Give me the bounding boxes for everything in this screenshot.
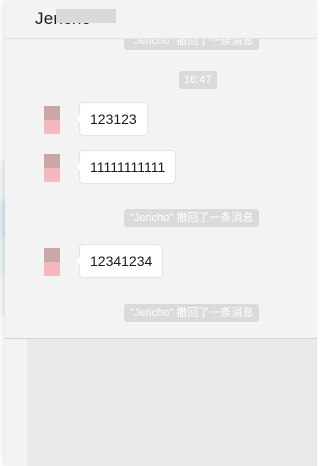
message-bubble[interactable]: 11111111111: [73, 150, 177, 184]
recall-notice: "Jericho" 撤回了一条消息: [124, 39, 260, 50]
contact-avatar[interactable]: [44, 154, 60, 182]
name-redaction: [56, 9, 116, 23]
message-bubble[interactable]: 12341234: [73, 244, 164, 278]
message-list[interactable]: "Jericho" 撤回了一条消息 16:47 123123 111111111…: [5, 39, 317, 338]
message-compose-area[interactable]: [27, 339, 317, 466]
chat-window: Jericho "Jericho" 撤回了一条消息 16:47 123123 1…: [5, 0, 317, 466]
message-row: 123123: [5, 102, 317, 142]
contact-avatar[interactable]: [44, 248, 60, 276]
chat-title-bar: Jericho: [5, 0, 317, 38]
contact-avatar[interactable]: [44, 106, 60, 134]
message-row: 11111111111: [5, 150, 317, 190]
message-row: 12341234: [5, 244, 317, 284]
message-bubble[interactable]: 123123: [74, 102, 148, 136]
recall-notice: "Jericho" 撤回了一条消息: [124, 304, 260, 322]
recall-notice: "Jericho" 撤回了一条消息: [124, 209, 260, 227]
timestamp-chip: 16:47: [179, 71, 217, 89]
